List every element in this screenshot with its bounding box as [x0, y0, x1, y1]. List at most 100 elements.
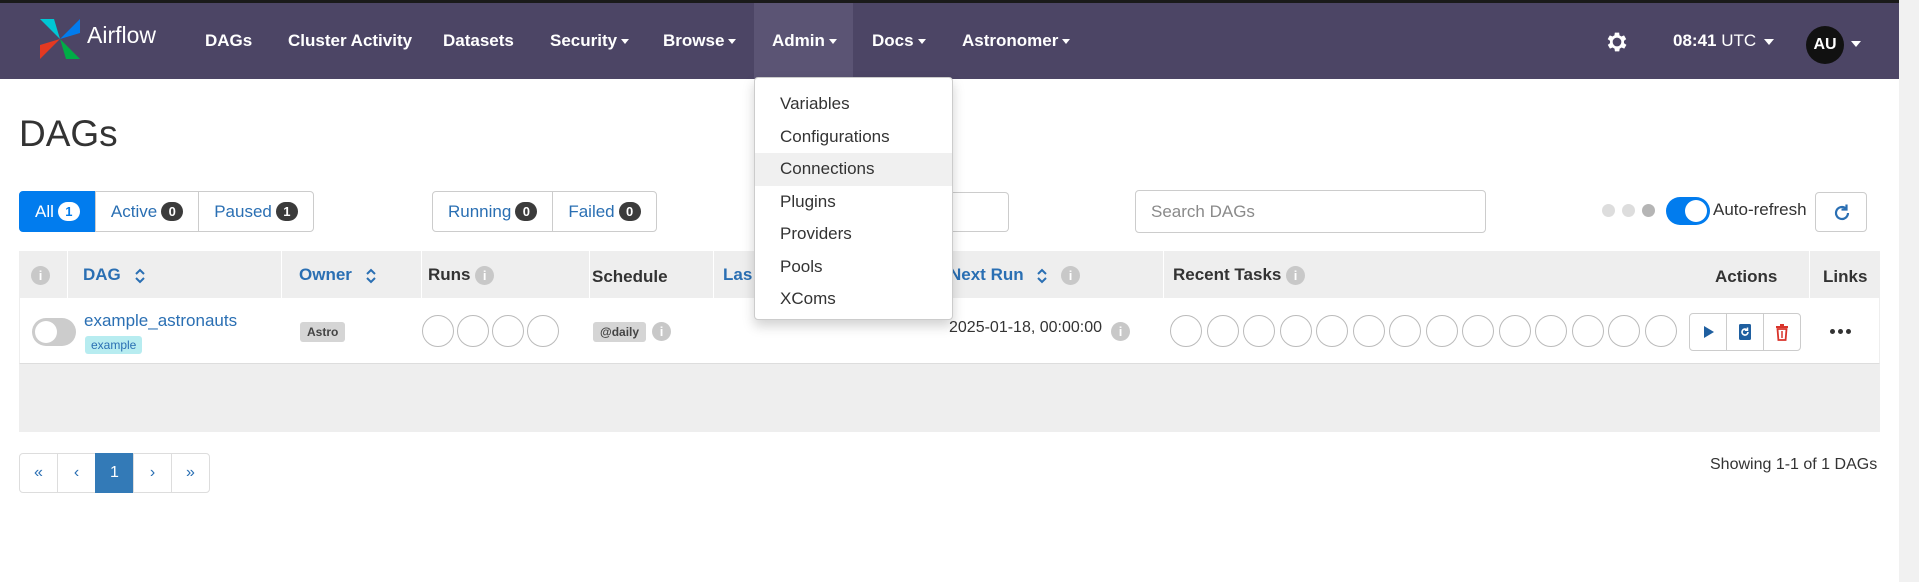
column-actions: Actions: [1715, 267, 1778, 286]
sort-icon: [1037, 268, 1048, 283]
nav-astronomer[interactable]: Astronomer: [962, 3, 1071, 79]
info-icon[interactable]: i: [31, 266, 50, 286]
chevron-down-icon: [1062, 39, 1071, 45]
refresh-icon: [1834, 204, 1850, 221]
top-navbar: Airflow DAGs Cluster Activity Datasets S…: [0, 0, 1899, 79]
task-status-circle[interactable]: [1644, 315, 1677, 347]
count-badge: 0: [161, 202, 184, 221]
chevron-down-icon: [1764, 38, 1775, 45]
info-icon[interactable]: i: [1061, 266, 1081, 286]
column-links: Links: [1823, 267, 1868, 286]
column-schedule: Schedule: [592, 267, 668, 286]
dag-id-link[interactable]: example_astronauts: [84, 311, 237, 331]
auto-refresh-toggle[interactable]: [1666, 197, 1710, 225]
task-status-circle[interactable]: [1243, 315, 1275, 347]
task-status-circle[interactable]: [1571, 315, 1604, 347]
nav-datasets[interactable]: Datasets: [443, 3, 514, 79]
filter-running-button[interactable]: Running 0: [432, 191, 554, 232]
refresh-dag-button[interactable]: [1726, 313, 1764, 351]
run-status-circle[interactable]: [492, 315, 524, 347]
page-prev-button[interactable]: ‹: [57, 453, 96, 493]
task-status-circle[interactable]: [1279, 315, 1312, 347]
dag-actions: [1689, 313, 1801, 351]
schedule-label[interactable]: @daily: [593, 322, 647, 342]
task-status-circle[interactable]: [1462, 315, 1494, 347]
timezone: UTC: [1721, 31, 1757, 50]
loading-indicator: [1602, 204, 1662, 217]
trigger-dag-button[interactable]: [1689, 313, 1727, 351]
column-dag[interactable]: DAG: [83, 251, 146, 298]
count-badge: 1: [275, 202, 298, 221]
menu-item-pools[interactable]: Pools: [755, 251, 952, 284]
more-links-icon[interactable]: [1830, 329, 1854, 334]
filter-failed-button[interactable]: Failed 0: [552, 191, 657, 232]
tag-filter-input[interactable]: [946, 192, 1009, 232]
dag-tag[interactable]: example: [85, 336, 143, 354]
current-time: 08:41: [1673, 31, 1717, 50]
menu-item-plugins[interactable]: Plugins: [755, 186, 952, 219]
filter-all-button[interactable]: All 1: [19, 191, 96, 232]
status-filter-group: All 1 Active 0 Paused 1: [19, 191, 314, 232]
task-status-circle[interactable]: [1316, 315, 1348, 347]
task-status-circle[interactable]: [1608, 315, 1640, 347]
task-status-circle[interactable]: [1389, 315, 1421, 347]
user-avatar[interactable]: AU: [1806, 26, 1844, 64]
auto-refresh-label: Auto-refresh: [1713, 200, 1807, 219]
chevron-down-icon[interactable]: [1851, 41, 1861, 47]
run-status-circle[interactable]: [527, 315, 559, 347]
info-icon[interactable]: i: [1111, 322, 1130, 341]
menu-item-connections[interactable]: Connections: [755, 153, 952, 186]
task-status-circle[interactable]: [1206, 315, 1239, 347]
task-status-circle[interactable]: [1352, 315, 1385, 347]
chevron-down-icon: [828, 39, 837, 45]
column-owner[interactable]: Owner: [299, 251, 377, 298]
filter-active-button[interactable]: Active 0: [94, 191, 200, 232]
column-recent-tasks: Recent Tasks i: [1173, 251, 1306, 298]
task-status-circle[interactable]: [1425, 315, 1458, 347]
page-scrollbar[interactable]: [1899, 0, 1919, 582]
run-status-circle[interactable]: [422, 315, 454, 347]
menu-item-providers[interactable]: Providers: [755, 218, 952, 251]
info-icon[interactable]: i: [475, 266, 495, 286]
column-last-run[interactable]: Las: [723, 251, 752, 298]
nav-admin[interactable]: Admin: [754, 3, 853, 79]
page-current-button[interactable]: 1: [95, 453, 134, 493]
menu-item-variables[interactable]: Variables: [755, 88, 952, 121]
page-next-button[interactable]: ›: [133, 453, 172, 493]
menu-item-xcoms[interactable]: XComs: [755, 283, 952, 316]
refresh-file-icon: [1739, 324, 1751, 340]
run-status-circle[interactable]: [457, 315, 489, 347]
sort-icon: [134, 268, 145, 283]
filter-paused-button[interactable]: Paused 1: [198, 191, 314, 232]
run-filter-group: Running 0 Failed 0: [432, 191, 657, 232]
task-status-circle[interactable]: [1170, 315, 1202, 347]
nav-dags[interactable]: DAGs: [205, 3, 252, 79]
dag-pause-toggle[interactable]: [32, 318, 76, 346]
info-icon[interactable]: i: [1286, 266, 1306, 286]
info-icon[interactable]: i: [652, 322, 671, 341]
chevron-down-icon: [728, 39, 737, 45]
admin-dropdown-menu: Variables Configurations Connections Plu…: [754, 77, 953, 320]
clock-timezone-menu[interactable]: 08:41 UTC: [1673, 3, 1775, 79]
owner-label[interactable]: Astro: [300, 322, 346, 342]
gear-icon[interactable]: [1604, 29, 1630, 55]
menu-item-configurations[interactable]: Configurations: [755, 121, 952, 154]
nav-docs[interactable]: Docs: [872, 3, 926, 79]
page-last-button[interactable]: »: [171, 453, 210, 493]
page-first-button[interactable]: «: [19, 453, 58, 493]
task-status-circle[interactable]: [1498, 315, 1531, 347]
brand[interactable]: Airflow: [36, 15, 156, 63]
count-badge: 0: [515, 202, 538, 221]
sort-icon: [365, 268, 376, 283]
nav-browse[interactable]: Browse: [663, 3, 737, 79]
showing-count: Showing 1-1 of 1 DAGs: [1710, 456, 1878, 473]
delete-dag-button[interactable]: [1763, 313, 1801, 351]
nav-security[interactable]: Security: [550, 3, 630, 79]
table-footer: [19, 364, 1880, 432]
search-dags-input[interactable]: [1135, 190, 1486, 233]
task-status-circle[interactable]: [1535, 315, 1567, 347]
nav-cluster-activity[interactable]: Cluster Activity: [288, 3, 412, 79]
chevron-down-icon: [917, 39, 926, 45]
column-next-run[interactable]: Next Run i: [949, 251, 1081, 298]
refresh-button[interactable]: [1815, 192, 1867, 232]
